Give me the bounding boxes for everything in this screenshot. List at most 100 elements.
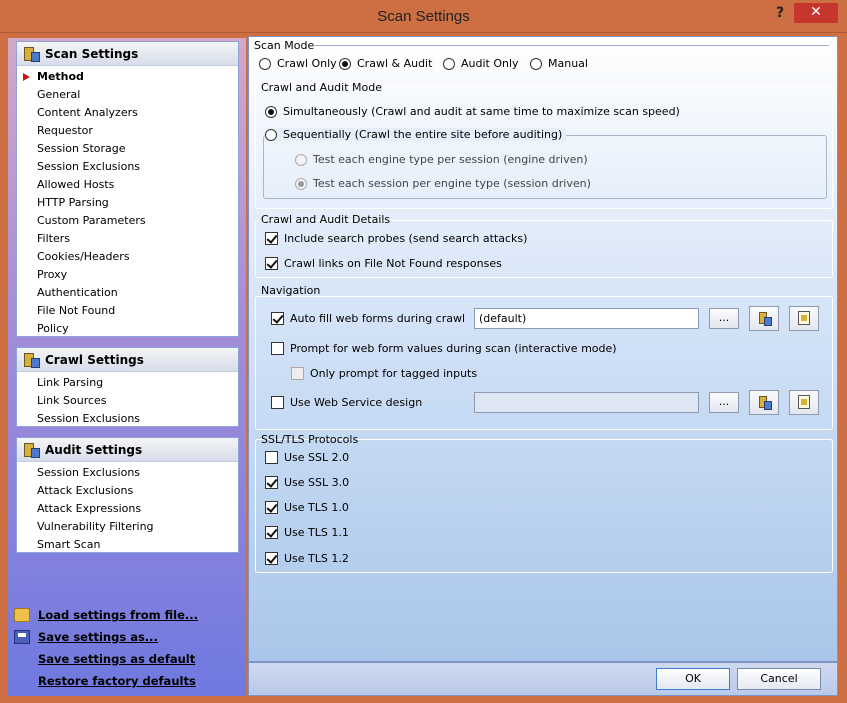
ok-button[interactable]: OK — [656, 668, 730, 690]
radio-label: Test each engine type per session (engin… — [313, 153, 588, 166]
web-service-design-checkbox[interactable]: Use Web Service design — [271, 396, 422, 409]
nav-smart-scan[interactable]: Smart Scan — [17, 536, 238, 554]
mode-simultaneous[interactable]: Simultaneously (Crawl and audit at same … — [265, 105, 680, 118]
help-button[interactable]: ? — [770, 5, 790, 23]
nav-file-not-found[interactable]: File Not Found — [17, 302, 238, 320]
auto-fill-wizard-button[interactable] — [749, 306, 779, 331]
include-search-probes-checkbox[interactable]: Include search probes (send search attac… — [265, 232, 527, 245]
web-service-wizard-button[interactable] — [749, 390, 779, 415]
radio-label: Audit Only — [461, 57, 519, 70]
radio-label: Manual — [548, 57, 588, 70]
nav-audit-session-exclusions[interactable]: Session Exclusions — [17, 464, 238, 482]
scan-mode-crawl-only[interactable]: Crawl Only — [259, 57, 337, 70]
settings-links: Load settings from file... Save settings… — [14, 604, 198, 692]
web-service-edit-button[interactable] — [789, 390, 819, 415]
crawl-audit-details-label: Crawl and Audit Details — [261, 213, 391, 226]
nav-http-parsing[interactable]: HTTP Parsing — [17, 194, 238, 212]
nav-allowed-hosts[interactable]: Allowed Hosts — [17, 176, 238, 194]
checkbox-indicator — [271, 342, 284, 355]
checkbox-indicator — [265, 552, 278, 565]
nav-attack-exclusions[interactable]: Attack Exclusions — [17, 482, 238, 500]
auto-fill-input[interactable]: (default) — [474, 308, 699, 329]
mode-engine-driven[interactable]: Test each engine type per session (engin… — [295, 153, 588, 166]
radio-indicator — [259, 57, 271, 70]
scan-mode-audit-only[interactable]: Audit Only — [443, 57, 519, 70]
nav-general[interactable]: General — [17, 86, 238, 104]
floppy-disk-icon — [14, 630, 30, 644]
auto-fill-browse-button[interactable]: ... — [709, 308, 739, 329]
crawl-settings-title: Crawl Settings — [45, 352, 144, 367]
edit-document-icon — [798, 311, 810, 325]
nav-attack-expressions[interactable]: Attack Expressions — [17, 500, 238, 518]
scan-settings-title: Scan Settings — [45, 46, 139, 61]
crawl-links-fnf-checkbox[interactable]: Crawl links on File Not Found responses — [265, 257, 502, 270]
restore-defaults-link[interactable]: Restore factory defaults — [14, 670, 198, 692]
checkbox-indicator — [271, 312, 284, 325]
scan-settings-header[interactable]: Scan Settings — [17, 42, 238, 66]
save-settings-default-link[interactable]: Save settings as default — [14, 648, 198, 670]
radio-label: Sequentially (Crawl the entire site befo… — [283, 128, 563, 141]
auto-fill-edit-button[interactable] — [789, 306, 819, 331]
auto-fill-checkbox[interactable]: Auto fill web forms during crawl — [271, 312, 465, 325]
close-button[interactable]: ✕ — [794, 3, 838, 23]
checkbox-label: Include search probes (send search attac… — [284, 232, 528, 245]
scan-mode-manual[interactable]: Manual — [530, 57, 588, 70]
scan-mode-crawl-audit[interactable]: Crawl & Audit — [339, 57, 432, 70]
mode-sequential[interactable]: Sequentially (Crawl the entire site befo… — [265, 128, 567, 141]
wizard-icon — [758, 311, 772, 326]
checkbox-indicator — [265, 501, 278, 514]
nav-link-parsing[interactable]: Link Parsing — [17, 374, 238, 392]
nav-vulnerability-filtering[interactable]: Vulnerability Filtering — [17, 518, 238, 536]
tls-1-0-checkbox[interactable]: Use TLS 1.0 — [265, 501, 349, 514]
nav-content-analyzers[interactable]: Content Analyzers — [17, 104, 238, 122]
navigation-label: Navigation — [261, 284, 321, 297]
web-service-input[interactable] — [474, 392, 699, 413]
save-settings-as-label: Save settings as... — [38, 630, 158, 644]
radio-indicator — [339, 57, 351, 70]
nav-method[interactable]: Method — [17, 68, 238, 86]
scan-mode-divider — [313, 45, 829, 46]
nav-crawl-session-exclusions[interactable]: Session Exclusions — [17, 410, 238, 428]
ssl-2-checkbox[interactable]: Use SSL 2.0 — [265, 451, 349, 464]
nav-session-storage[interactable]: Session Storage — [17, 140, 238, 158]
save-settings-as-link[interactable]: Save settings as... — [14, 626, 198, 648]
tls-1-2-checkbox[interactable]: Use TLS 1.2 — [265, 552, 349, 565]
nav-custom-parameters[interactable]: Custom Parameters — [17, 212, 238, 230]
radio-indicator — [530, 57, 542, 70]
nav-filters[interactable]: Filters — [17, 230, 238, 248]
web-service-browse-button[interactable]: ... — [709, 392, 739, 413]
checkbox-indicator — [291, 367, 304, 380]
cancel-button[interactable]: Cancel — [737, 668, 821, 690]
radio-label: Simultaneously (Crawl and audit at same … — [283, 105, 680, 118]
nav-authentication[interactable]: Authentication — [17, 284, 238, 302]
nav-requestor[interactable]: Requestor — [17, 122, 238, 140]
load-settings-label: Load settings from file... — [38, 608, 199, 622]
radio-indicator — [295, 177, 307, 190]
crawl-settings-section: Crawl Settings Link Parsing Link Sources… — [16, 347, 239, 427]
audit-settings-title: Audit Settings — [45, 442, 143, 457]
ssl-3-checkbox[interactable]: Use SSL 3.0 — [265, 476, 349, 489]
radio-indicator — [295, 153, 307, 166]
checkbox-indicator — [271, 396, 284, 409]
scan-mode-label: Scan Mode — [254, 39, 315, 52]
wizard-icon — [758, 395, 772, 410]
mode-session-driven[interactable]: Test each session per engine type (sessi… — [295, 177, 591, 190]
nav-cookies-headers[interactable]: Cookies/Headers — [17, 248, 238, 266]
checkbox-label: Use SSL 3.0 — [284, 476, 350, 489]
prompt-web-form-checkbox[interactable]: Prompt for web form values during scan (… — [271, 342, 617, 355]
nav-session-exclusions[interactable]: Session Exclusions — [17, 158, 238, 176]
crawl-wizard-icon — [23, 352, 40, 368]
nav-link-sources[interactable]: Link Sources — [17, 392, 238, 410]
load-settings-link[interactable]: Load settings from file... — [14, 604, 198, 626]
crawl-settings-header[interactable]: Crawl Settings — [17, 348, 238, 372]
nav-policy[interactable]: Policy — [17, 320, 238, 338]
audit-settings-header[interactable]: Audit Settings — [17, 438, 238, 462]
checkbox-indicator — [265, 526, 278, 539]
tls-1-1-checkbox[interactable]: Use TLS 1.1 — [265, 526, 349, 539]
checkbox-indicator — [265, 451, 278, 464]
checkbox-label: Use TLS 1.2 — [284, 552, 349, 565]
only-tagged-inputs-checkbox[interactable]: Only prompt for tagged inputs — [291, 367, 477, 380]
checkbox-label: Prompt for web form values during scan (… — [290, 342, 617, 355]
nav-proxy[interactable]: Proxy — [17, 266, 238, 284]
radio-indicator — [443, 57, 455, 70]
